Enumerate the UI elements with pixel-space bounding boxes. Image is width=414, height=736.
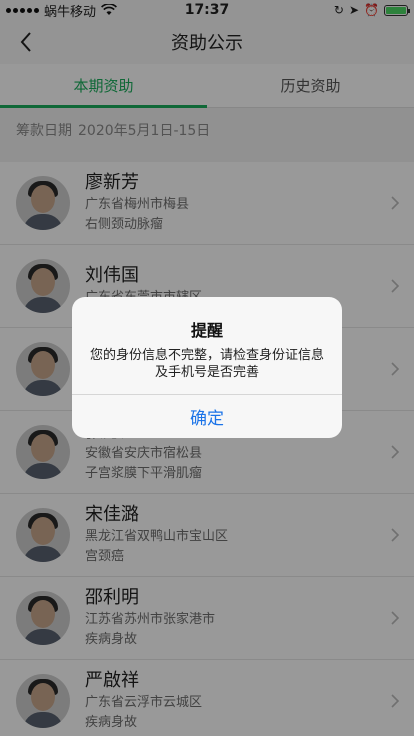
confirm-button[interactable]: 确定 <box>72 394 342 438</box>
dialog-title: 提醒 <box>190 321 223 340</box>
dialog-message: 您的身份信息不完整，请检查身份证信息及手机号是否完善 <box>90 348 325 380</box>
alert-dialog: 提醒 您的身份信息不完整，请检查身份证信息及手机号是否完善 确定 <box>72 297 342 438</box>
